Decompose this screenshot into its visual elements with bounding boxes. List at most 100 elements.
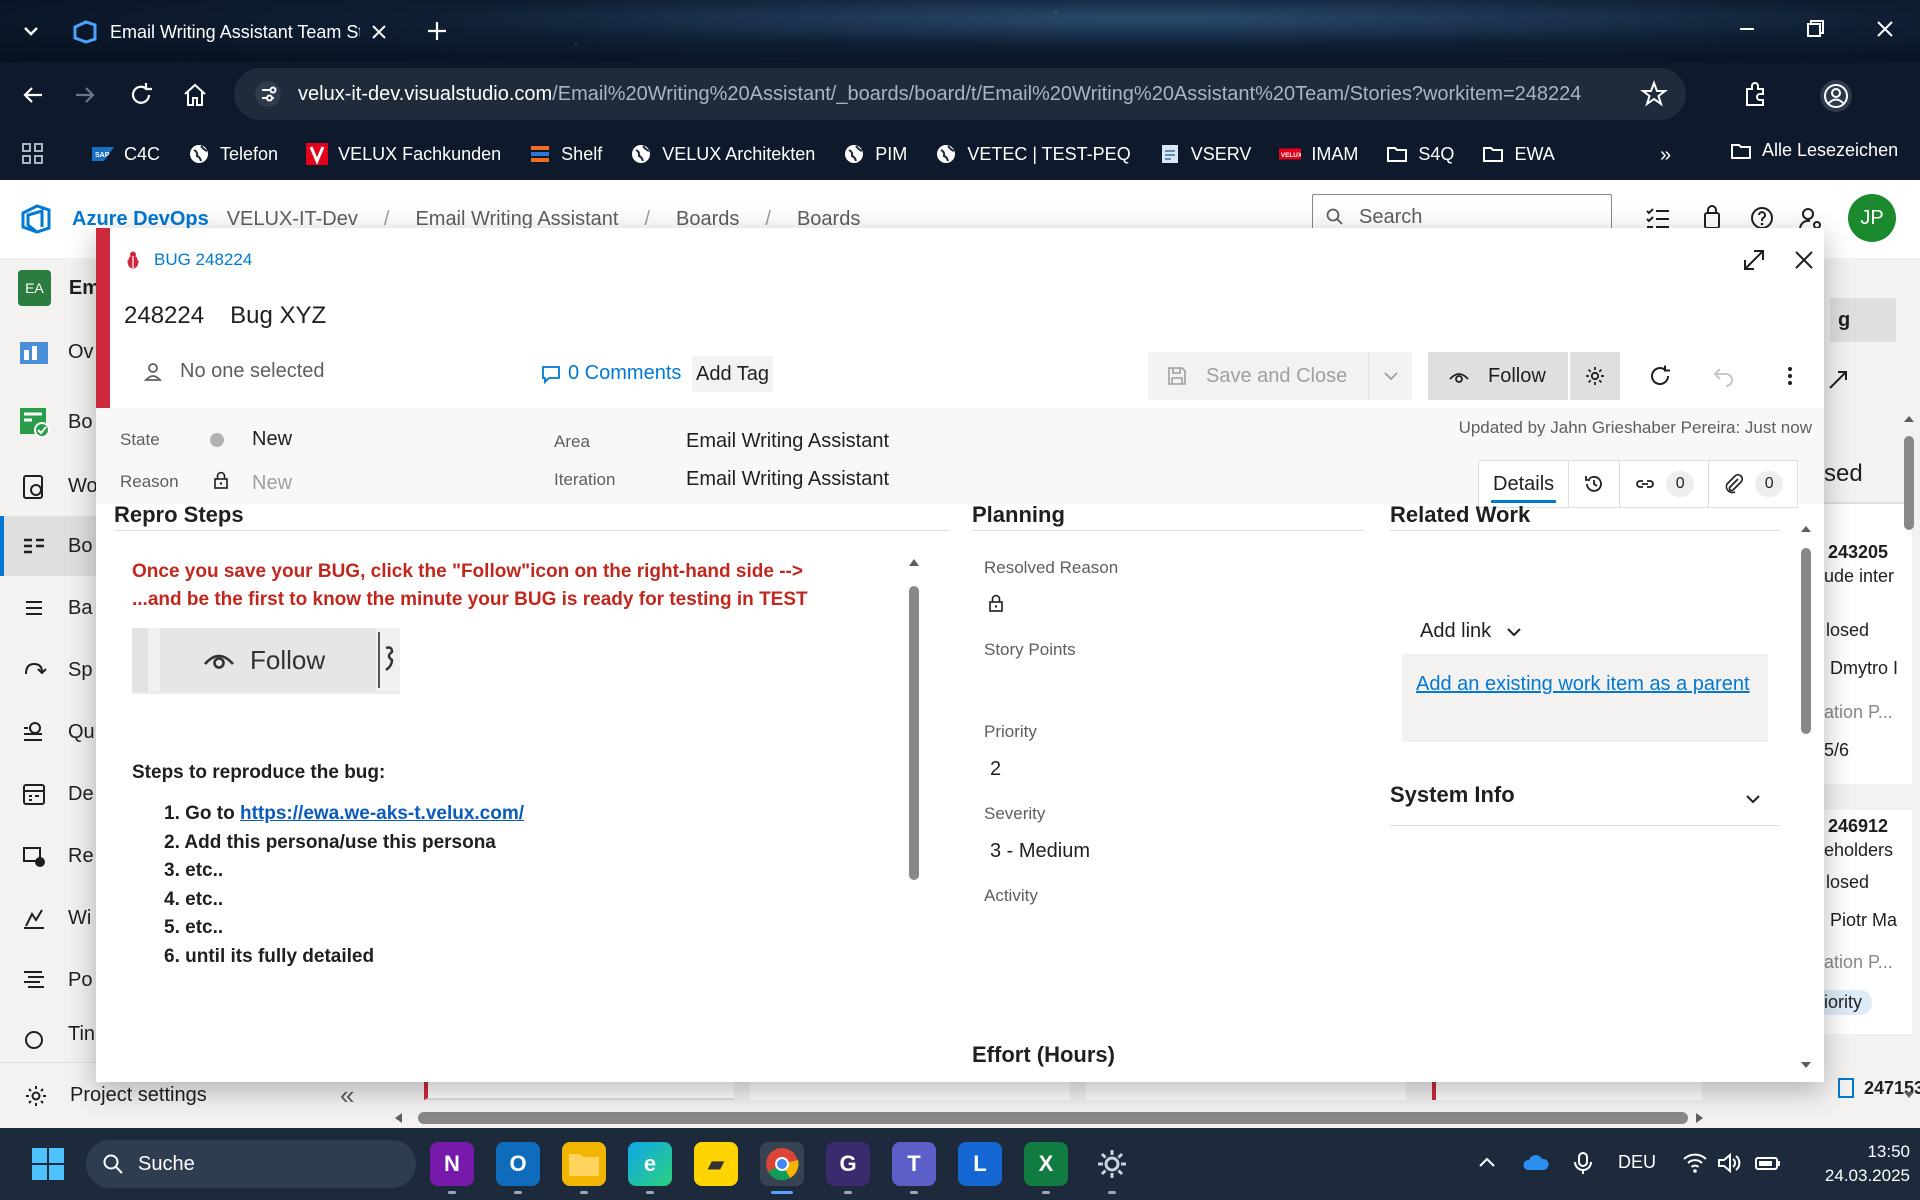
all-bookmarks-button[interactable]: Alle Lesezeichen: [1730, 140, 1898, 161]
battery-icon[interactable]: [1754, 1150, 1780, 1176]
story-points-field[interactable]: [984, 668, 1314, 700]
bookmark-shelf[interactable]: Shelf: [529, 143, 602, 165]
tab-details[interactable]: Details: [1479, 461, 1570, 507]
sidebar-project[interactable]: EA Em: [0, 258, 100, 318]
file-explorer-icon[interactable]: [562, 1142, 606, 1194]
tab-links[interactable]: 0: [1620, 461, 1710, 507]
extensions-icon[interactable]: [1740, 80, 1770, 110]
area-path-field[interactable]: Email Writing Assistant: [686, 430, 889, 453]
follow-settings-button[interactable]: [1570, 352, 1620, 400]
tab-attachments[interactable]: 0: [1709, 461, 1797, 507]
dialog-scrollbar[interactable]: [1796, 524, 1816, 1082]
close-icon[interactable]: [1790, 246, 1818, 274]
onenote-icon[interactable]: N: [430, 1142, 474, 1194]
site-info-icon[interactable]: [254, 80, 282, 108]
system-info-section[interactable]: System Info: [1390, 782, 1780, 826]
gitkraken-icon[interactable]: G: [826, 1142, 870, 1194]
activity-field[interactable]: [984, 912, 1314, 944]
browser-tab[interactable]: Email Writing Assistant Team St: [58, 10, 404, 54]
work-item-type[interactable]: BUG 248224: [124, 250, 252, 270]
sidebar-item-timeline[interactable]: Tin: [0, 1014, 100, 1054]
bookmark-velux-architekten[interactable]: VELUX Architekten: [630, 143, 815, 165]
l-app-icon[interactable]: L: [958, 1142, 1002, 1186]
sidebar-item-sprints[interactable]: Sp: [0, 640, 100, 700]
card-id[interactable]: 246912: [1828, 816, 1888, 837]
sticky-notes-icon[interactable]: ▰: [694, 1142, 738, 1186]
bookmark-star-icon[interactable]: [1640, 80, 1668, 108]
forward-icon[interactable]: [70, 80, 100, 110]
bookmarks-more-button[interactable]: »: [1660, 144, 1671, 167]
close-tab-icon[interactable]: [368, 21, 390, 43]
tab-search-chevron-icon[interactable]: [18, 18, 44, 44]
bookmark-c4c[interactable]: SAP C4C: [92, 143, 160, 165]
add-existing-parent-link[interactable]: Add an existing work item as a parent: [1416, 673, 1750, 695]
sidebar-item-boards[interactable]: Bo: [0, 392, 100, 452]
bookmark-imam[interactable]: VELUX IMAM: [1279, 143, 1358, 165]
collapse-sidebar-button[interactable]: «: [340, 1080, 354, 1111]
severity-field[interactable]: 3 - Medium: [990, 840, 1090, 863]
scroll-left-icon[interactable]: [392, 1111, 406, 1125]
bookmark-vetec[interactable]: VETEC | TEST-PEQ: [935, 143, 1131, 165]
sidebar-item-boards-page[interactable]: Bo: [0, 516, 100, 576]
board-horizontal-scrollbar[interactable]: [392, 1108, 1892, 1126]
tab-history[interactable]: [1569, 461, 1621, 507]
azure-devops-logo-icon[interactable]: [20, 203, 52, 235]
save-and-close-button[interactable]: Save and Close: [1148, 352, 1412, 400]
microphone-icon[interactable]: [1570, 1150, 1596, 1176]
sidebar-item-work-items[interactable]: Wo: [0, 456, 100, 516]
bookmark-velux-fachkunden[interactable]: VELUX Fachkunden: [306, 143, 501, 165]
system-clock[interactable]: 13:50 24.03.2025: [1800, 1140, 1910, 1188]
updated-by-text[interactable]: Updated by Jahn Grieshaber Pereira: Just…: [1459, 418, 1812, 438]
teams-icon[interactable]: T: [892, 1142, 936, 1194]
save-options-chevron-icon[interactable]: [1368, 352, 1412, 400]
sidebar-item-backlogs[interactable]: Ba: [0, 578, 100, 638]
windows-start-icon[interactable]: [30, 1146, 66, 1182]
follow-button[interactable]: Follow: [1428, 352, 1568, 400]
sidebar-item-portfolio[interactable]: Po: [0, 950, 100, 1010]
iteration-path-field[interactable]: Email Writing Assistant: [686, 468, 889, 491]
profile-icon[interactable]: [1818, 78, 1854, 114]
undo-icon[interactable]: [1710, 362, 1738, 390]
work-item-title[interactable]: Bug XYZ: [230, 302, 326, 330]
outlook-icon[interactable]: O: [496, 1142, 540, 1194]
restore-icon[interactable]: [1800, 14, 1830, 44]
wifi-icon[interactable]: [1682, 1150, 1708, 1176]
bookmark-vserv[interactable]: VSERV: [1159, 143, 1251, 165]
more-actions-icon[interactable]: [1776, 362, 1804, 390]
card-id[interactable]: 243205: [1828, 542, 1888, 563]
bookmark-pim[interactable]: PIM: [843, 143, 907, 165]
sidebar-item-overview[interactable]: Ov: [0, 322, 100, 382]
comments-link[interactable]: 0 Comments: [540, 362, 681, 385]
excel-icon[interactable]: X: [1024, 1142, 1068, 1194]
repro-steps-editor[interactable]: Once you save your BUG, click the "Follo…: [114, 558, 874, 1082]
language-indicator[interactable]: DEU: [1618, 1152, 1656, 1173]
bookmark-ewa[interactable]: EWA: [1482, 143, 1555, 165]
avatar[interactable]: JP: [1848, 194, 1896, 242]
state-dropdown[interactable]: New: [252, 428, 292, 451]
bookmark-telefon[interactable]: Telefon: [188, 143, 278, 165]
repro-scrollbar[interactable]: [906, 556, 922, 1080]
sidebar-item-delivery-plans[interactable]: De: [0, 764, 100, 824]
expand-icon[interactable]: [1826, 368, 1850, 392]
priority-field[interactable]: 2: [990, 758, 1001, 781]
bookmark-s4q[interactable]: S4Q: [1386, 143, 1454, 165]
apps-grid-icon[interactable]: [20, 141, 46, 167]
partial-toolbar-button[interactable]: g: [1830, 298, 1896, 342]
new-tab-icon[interactable]: [424, 18, 450, 44]
tray-chevron-up-icon[interactable]: [1474, 1150, 1500, 1176]
assigned-to-picker[interactable]: No one selected: [142, 360, 325, 383]
add-link-button[interactable]: Add link: [1420, 620, 1523, 643]
settings-icon[interactable]: [1090, 1142, 1134, 1194]
url-bar[interactable]: velux-it-dev.visualstudio.com/Email%20Wr…: [234, 68, 1686, 120]
reload-icon[interactable]: [126, 80, 156, 110]
onedrive-icon[interactable]: [1522, 1150, 1549, 1176]
back-icon[interactable]: [18, 80, 48, 110]
refresh-icon[interactable]: [1646, 362, 1674, 390]
volume-icon[interactable]: [1716, 1150, 1742, 1176]
taskbar-search[interactable]: Suche: [86, 1140, 416, 1188]
scroll-right-icon[interactable]: [1692, 1111, 1706, 1125]
repro-url-link[interactable]: https://ewa.we-aks-t.velux.com/: [240, 803, 524, 824]
close-window-icon[interactable]: [1870, 14, 1900, 44]
sidebar-item-wiki[interactable]: Wi: [0, 888, 100, 948]
board-vertical-scrollbar[interactable]: [1898, 410, 1920, 1110]
